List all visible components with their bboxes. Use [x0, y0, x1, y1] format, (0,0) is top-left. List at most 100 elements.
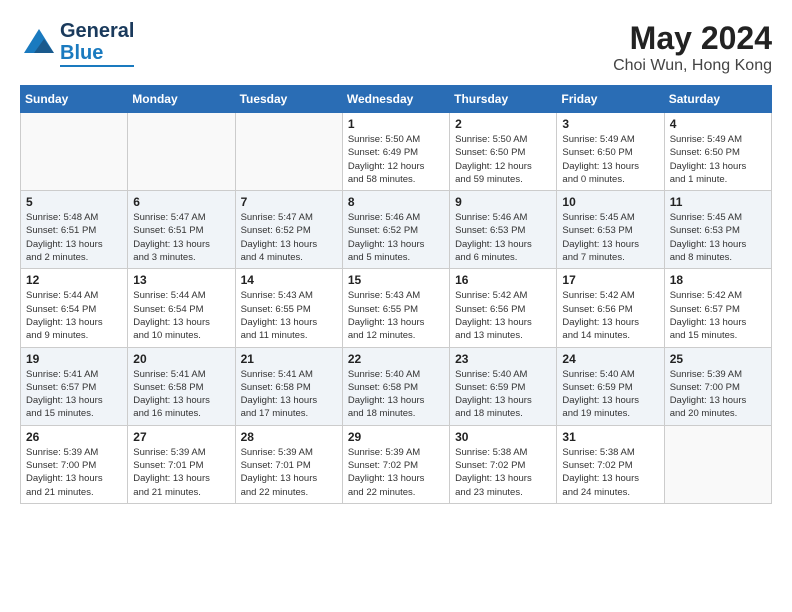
calendar-cell: 3Sunrise: 5:49 AM Sunset: 6:50 PM Daylig…	[557, 113, 664, 191]
day-info: Sunrise: 5:45 AM Sunset: 6:53 PM Dayligh…	[562, 211, 658, 264]
day-number: 30	[455, 430, 551, 444]
calendar-cell	[664, 425, 771, 503]
calendar-cell: 26 Sunrise: 5:39 AM Sunset: 7:00 PM Dayli…	[21, 425, 128, 503]
weekday-header: Friday	[557, 86, 664, 113]
calendar-cell: 21 Sunrise: 5:41 AM Sunset: 6:58 PM Dayli…	[235, 347, 342, 425]
calendar-cell	[128, 113, 235, 191]
day-info: Sunrise: 5:45 AM Sunset: 6:53 PM Dayligh…	[670, 211, 766, 264]
day-number: 1	[348, 117, 444, 131]
day-number: 15	[348, 273, 444, 287]
day-info: Sunrise: 5:43 AM Sunset: 6:55 PM Dayligh…	[241, 289, 337, 342]
day-number: 28	[241, 430, 337, 444]
weekday-header: Saturday	[664, 86, 771, 113]
calendar-cell: 29 Sunrise: 5:39 AM Sunset: 7:02 PM Dayli…	[342, 425, 449, 503]
day-number: 21	[241, 352, 337, 366]
day-info: Sunrise: 5:41 AM Sunset: 6:57 PM Dayligh…	[26, 368, 122, 421]
calendar-cell: 11Sunrise: 5:45 AM Sunset: 6:53 PM Dayli…	[664, 191, 771, 269]
day-info: Sunrise: 5:39 AM Sunset: 7:00 PM Dayligh…	[670, 368, 766, 421]
calendar-table: SundayMondayTuesdayWednesdayThursdayFrid…	[20, 85, 772, 504]
logo-icon	[20, 25, 58, 63]
calendar-cell	[21, 113, 128, 191]
calendar-cell: 8Sunrise: 5:46 AM Sunset: 6:52 PM Daylig…	[342, 191, 449, 269]
day-number: 6	[133, 195, 229, 209]
calendar-cell: 24 Sunrise: 5:40 AM Sunset: 6:59 PM Dayli…	[557, 347, 664, 425]
logo: General Blue	[20, 20, 134, 67]
day-info: Sunrise: 5:49 AM Sunset: 6:50 PM Dayligh…	[670, 133, 766, 186]
calendar-cell: 20 Sunrise: 5:41 AM Sunset: 6:58 PM Dayli…	[128, 347, 235, 425]
day-number: 5	[26, 195, 122, 209]
day-info: Sunrise: 5:48 AM Sunset: 6:51 PM Dayligh…	[26, 211, 122, 264]
calendar-cell: 1 Sunrise: 5:50 AM Sunset: 6:49 PM Daylig…	[342, 113, 449, 191]
calendar-cell: 14 Sunrise: 5:43 AM Sunset: 6:55 PM Dayli…	[235, 269, 342, 347]
calendar-week-row: 26 Sunrise: 5:39 AM Sunset: 7:00 PM Dayli…	[21, 425, 772, 503]
day-info: Sunrise: 5:44 AM Sunset: 6:54 PM Dayligh…	[133, 289, 229, 342]
calendar-cell: 9Sunrise: 5:46 AM Sunset: 6:53 PM Daylig…	[450, 191, 557, 269]
day-number: 19	[26, 352, 122, 366]
calendar-cell: 18Sunrise: 5:42 AM Sunset: 6:57 PM Dayli…	[664, 269, 771, 347]
calendar-cell: 25 Sunrise: 5:39 AM Sunset: 7:00 PM Dayli…	[664, 347, 771, 425]
calendar-body: 1 Sunrise: 5:50 AM Sunset: 6:49 PM Daylig…	[21, 113, 772, 504]
day-number: 2	[455, 117, 551, 131]
calendar-cell: 22Sunrise: 5:40 AM Sunset: 6:58 PM Dayli…	[342, 347, 449, 425]
day-number: 10	[562, 195, 658, 209]
calendar-cell: 2Sunrise: 5:50 AM Sunset: 6:50 PM Daylig…	[450, 113, 557, 191]
day-number: 17	[562, 273, 658, 287]
day-info: Sunrise: 5:47 AM Sunset: 6:51 PM Dayligh…	[133, 211, 229, 264]
logo-brand: General Blue	[60, 20, 134, 64]
day-info: Sunrise: 5:42 AM Sunset: 6:56 PM Dayligh…	[455, 289, 551, 342]
day-number: 20	[133, 352, 229, 366]
day-number: 25	[670, 352, 766, 366]
weekday-header: Sunday	[21, 86, 128, 113]
page: General Blue May 2024 Choi Wun, Hong Kon…	[0, 0, 792, 514]
day-number: 31	[562, 430, 658, 444]
title-area: May 2024 Choi Wun, Hong Kong	[613, 20, 772, 75]
calendar-cell: 7Sunrise: 5:47 AM Sunset: 6:52 PM Daylig…	[235, 191, 342, 269]
day-number: 18	[670, 273, 766, 287]
calendar-week-row: 12 Sunrise: 5:44 AM Sunset: 6:54 PM Dayli…	[21, 269, 772, 347]
calendar-cell: 6 Sunrise: 5:47 AM Sunset: 6:51 PM Daylig…	[128, 191, 235, 269]
calendar-subtitle: Choi Wun, Hong Kong	[613, 57, 772, 75]
calendar-cell: 30Sunrise: 5:38 AM Sunset: 7:02 PM Dayli…	[450, 425, 557, 503]
calendar-cell: 23 Sunrise: 5:40 AM Sunset: 6:59 PM Dayli…	[450, 347, 557, 425]
calendar-cell: 10 Sunrise: 5:45 AM Sunset: 6:53 PM Dayli…	[557, 191, 664, 269]
day-info: Sunrise: 5:40 AM Sunset: 6:59 PM Dayligh…	[455, 368, 551, 421]
day-info: Sunrise: 5:50 AM Sunset: 6:49 PM Dayligh…	[348, 133, 444, 186]
day-info: Sunrise: 5:39 AM Sunset: 7:02 PM Dayligh…	[348, 446, 444, 499]
calendar-cell: 5 Sunrise: 5:48 AM Sunset: 6:51 PM Daylig…	[21, 191, 128, 269]
day-number: 14	[241, 273, 337, 287]
day-info: Sunrise: 5:42 AM Sunset: 6:56 PM Dayligh…	[562, 289, 658, 342]
weekday-row: SundayMondayTuesdayWednesdayThursdayFrid…	[21, 86, 772, 113]
calendar-cell	[235, 113, 342, 191]
day-number: 27	[133, 430, 229, 444]
day-number: 8	[348, 195, 444, 209]
header: General Blue May 2024 Choi Wun, Hong Kon…	[20, 20, 772, 75]
day-number: 3	[562, 117, 658, 131]
day-info: Sunrise: 5:41 AM Sunset: 6:58 PM Dayligh…	[241, 368, 337, 421]
weekday-header: Thursday	[450, 86, 557, 113]
weekday-header: Tuesday	[235, 86, 342, 113]
day-info: Sunrise: 5:39 AM Sunset: 7:01 PM Dayligh…	[241, 446, 337, 499]
day-info: Sunrise: 5:44 AM Sunset: 6:54 PM Dayligh…	[26, 289, 122, 342]
day-info: Sunrise: 5:40 AM Sunset: 6:58 PM Dayligh…	[348, 368, 444, 421]
calendar-week-row: 5 Sunrise: 5:48 AM Sunset: 6:51 PM Daylig…	[21, 191, 772, 269]
day-info: Sunrise: 5:47 AM Sunset: 6:52 PM Dayligh…	[241, 211, 337, 264]
weekday-header: Monday	[128, 86, 235, 113]
calendar-cell: 16Sunrise: 5:42 AM Sunset: 6:56 PM Dayli…	[450, 269, 557, 347]
calendar-cell: 12 Sunrise: 5:44 AM Sunset: 6:54 PM Dayli…	[21, 269, 128, 347]
calendar-title: May 2024	[613, 20, 772, 57]
day-number: 24	[562, 352, 658, 366]
day-number: 12	[26, 273, 122, 287]
day-info: Sunrise: 5:40 AM Sunset: 6:59 PM Dayligh…	[562, 368, 658, 421]
day-number: 29	[348, 430, 444, 444]
day-info: Sunrise: 5:39 AM Sunset: 7:00 PM Dayligh…	[26, 446, 122, 499]
day-number: 4	[670, 117, 766, 131]
calendar-cell: 31Sunrise: 5:38 AM Sunset: 7:02 PM Dayli…	[557, 425, 664, 503]
day-info: Sunrise: 5:41 AM Sunset: 6:58 PM Dayligh…	[133, 368, 229, 421]
day-info: Sunrise: 5:46 AM Sunset: 6:53 PM Dayligh…	[455, 211, 551, 264]
day-info: Sunrise: 5:39 AM Sunset: 7:01 PM Dayligh…	[133, 446, 229, 499]
calendar-cell: 28 Sunrise: 5:39 AM Sunset: 7:01 PM Dayli…	[235, 425, 342, 503]
day-number: 26	[26, 430, 122, 444]
logo-underline	[60, 65, 134, 67]
calendar-cell: 15Sunrise: 5:43 AM Sunset: 6:55 PM Dayli…	[342, 269, 449, 347]
day-number: 23	[455, 352, 551, 366]
